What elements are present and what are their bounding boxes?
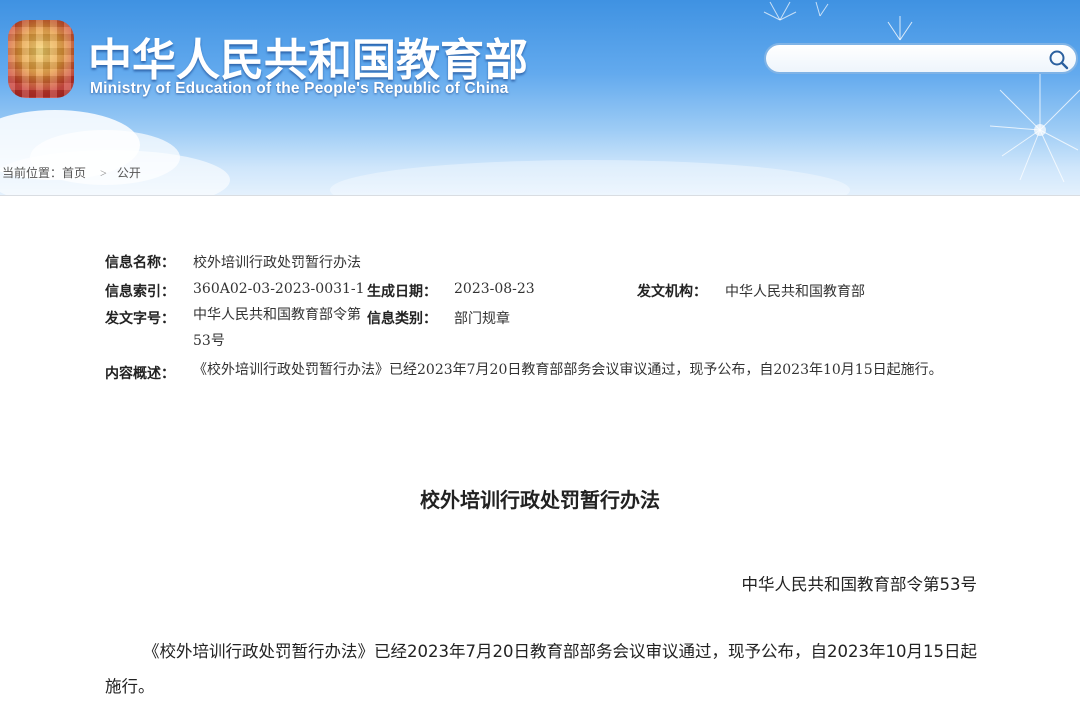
- info-date-label: 生成日期：: [367, 284, 437, 300]
- national-emblem-icon: [8, 20, 74, 98]
- document-body: 《校外培训行政处罚暂行办法》已经2023年7月20日教育部部务会议审议通过，现予…: [105, 642, 977, 696]
- info-name-value: 校外培训行政处罚暂行办法: [193, 255, 361, 271]
- breadcrumb-label: 当前位置：: [2, 166, 63, 180]
- site-header: 中华人民共和国教育部 Ministry of Education of the …: [0, 0, 1080, 195]
- dandelion-decoration: [989, 70, 1080, 183]
- document-number: 中华人民共和国教育部令第53号: [741, 575, 978, 594]
- breadcrumb: 当前位置：首页 > 公开: [2, 164, 141, 181]
- info-summary-value: 《校外培训行政处罚暂行办法》已经2023年7月20日教育部部务会议审议通过，现予…: [193, 362, 943, 378]
- search-input[interactable]: [780, 48, 1044, 71]
- info-issuer-value: 中华人民共和国教育部: [725, 284, 865, 300]
- cloud-decoration: [330, 160, 850, 195]
- info-category-label: 信息类别：: [367, 311, 437, 327]
- info-date-value: 2023-08-23: [454, 281, 535, 297]
- site-subtitle: Ministry of Education of the People's Re…: [90, 80, 509, 97]
- info-category-value: 部门规章: [454, 311, 510, 327]
- info-index-label: 信息索引：: [105, 284, 175, 300]
- info-docno-label: 发文字号：: [105, 311, 175, 327]
- breadcrumb-item-home[interactable]: 首页: [62, 164, 86, 181]
- info-summary-label: 内容概述：: [105, 366, 175, 382]
- main-content: 信息名称： 校外培训行政处罚暂行办法 信息索引： 360A02-03-2023-…: [0, 195, 1080, 702]
- search-box: [764, 43, 1078, 74]
- info-issuer-label: 发文机构：: [637, 284, 707, 300]
- breadcrumb-item-open[interactable]: 公开: [117, 164, 141, 181]
- site-title: 中华人民共和国教育部: [88, 35, 528, 86]
- info-index-value: 360A02-03-2023-0031-1: [193, 281, 365, 297]
- document-title: 校外培训行政处罚暂行办法: [420, 488, 660, 512]
- info-docno-value: 中华人民共和国教育部令第53号: [193, 307, 361, 349]
- dandelion-decoration: [763, 1, 829, 21]
- info-name-label: 信息名称：: [105, 255, 175, 271]
- chevron-right-icon: >: [100, 166, 107, 180]
- search-icon[interactable]: [1048, 49, 1070, 71]
